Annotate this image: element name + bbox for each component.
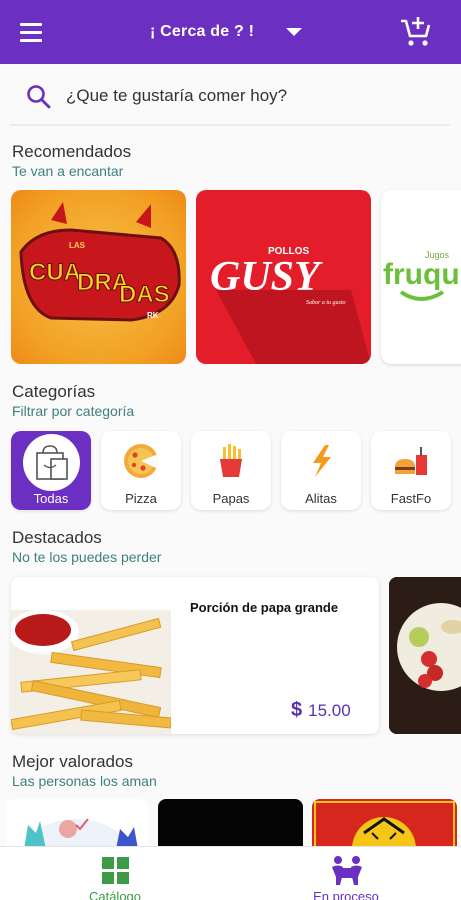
- section-subtitle-top-rated: Las personas los aman: [12, 773, 157, 789]
- logo-text-das: DAS: [119, 281, 170, 308]
- location-label: ¡ Cerca de ? !: [150, 23, 255, 40]
- top-rated-card-1[interactable]: [6, 799, 148, 849]
- fruqu-logo: Jugos fruqu: [383, 250, 460, 301]
- category-todas[interactable]: Todas: [11, 431, 91, 510]
- nav-label-en-proceso: En proceso: [313, 889, 379, 900]
- bottom-navigation: Catálogo En proceso: [0, 846, 461, 900]
- search-input[interactable]: ¿Que te gustaría comer hoy?: [66, 86, 287, 106]
- chevron-down-icon: [286, 28, 303, 36]
- top-app-bar: ¡ Cerca de ? !: [0, 0, 461, 64]
- section-subtitle-recommended: Te van a encantar: [12, 163, 124, 179]
- logo-text-las: LAS: [69, 241, 86, 250]
- section-subtitle-featured: No te los puedes perder: [12, 549, 162, 565]
- top-rated-card-3[interactable]: [312, 799, 457, 849]
- app-root: ¡ Cerca de ? ! ¿Que te gustaría comer ho…: [0, 0, 461, 900]
- search-bar[interactable]: ¿Que te gustaría comer hoy?: [10, 70, 450, 126]
- menu-icon[interactable]: [14, 18, 50, 46]
- price-value: 15.00: [308, 701, 351, 720]
- category-fastfood[interactable]: FastFo: [371, 431, 451, 510]
- logo-text-fruqu: fruqu: [383, 258, 460, 291]
- logo-text-rk: RK: [147, 311, 159, 320]
- section-title-categories: Categorías: [12, 382, 96, 401]
- fastfood-icon: [395, 447, 427, 475]
- restaurant-card-pollos-gusy[interactable]: POLLOS GUSY Sabor a tu gusto: [196, 190, 371, 364]
- search-icon: [27, 85, 51, 109]
- category-label: Todas: [33, 491, 69, 506]
- logo-text-tagline: Sabor a tu gusto: [306, 300, 346, 306]
- pollos-gusy-logo: POLLOS GUSY Sabor a tu gusto: [210, 246, 371, 364]
- add-to-cart-icon[interactable]: [398, 14, 434, 50]
- category-label: FastFo: [390, 491, 432, 506]
- delivery-icon: [332, 856, 362, 885]
- category-papas[interactable]: Papas: [191, 431, 271, 510]
- chicken-wing-icon: [313, 445, 331, 477]
- section-title-top-rated: Mejor valorados: [12, 752, 133, 771]
- logo-text-gusy: GUSY: [210, 254, 323, 300]
- category-label: Alitas: [305, 491, 337, 506]
- featured-product-card-next[interactable]: [389, 577, 461, 734]
- fries-icon: [220, 444, 242, 477]
- salad-product-image: [389, 577, 461, 734]
- product-price: $ 15.00: [291, 699, 351, 722]
- nav-en-proceso[interactable]: En proceso: [286, 853, 406, 900]
- section-subtitle-categories: Filtrar por categoría: [12, 403, 135, 419]
- category-alitas[interactable]: Alitas: [281, 431, 361, 510]
- restaurant-card-fruqu[interactable]: Jugos fruqu: [381, 190, 461, 364]
- nav-catalogo[interactable]: Catálogo: [55, 853, 175, 900]
- category-label: Papas: [212, 491, 250, 506]
- las-cuadradas-logo: LAS CUA DRA DAS RK: [19, 202, 181, 322]
- illustration-image: [24, 818, 138, 849]
- nav-label-catalogo: Catálogo: [88, 889, 142, 900]
- grid-icon: [102, 857, 129, 884]
- logo-text-cua: CUA: [29, 259, 81, 286]
- fries-product-image: [11, 610, 171, 734]
- restaurant-logo-image: [314, 801, 455, 849]
- category-pizza[interactable]: Pizza: [101, 431, 181, 510]
- location-selector[interactable]: ¡ Cerca de ? !: [150, 18, 340, 46]
- category-label: Pizza: [125, 491, 157, 506]
- restaurant-card-las-cuadradas[interactable]: LAS CUA DRA DAS RK: [11, 190, 186, 364]
- top-rated-card-2[interactable]: [158, 799, 303, 849]
- section-title-recommended: Recomendados: [12, 142, 132, 161]
- pizza-icon: [124, 444, 158, 478]
- currency-symbol: $: [291, 699, 303, 721]
- product-name: Porción de papa grande: [190, 600, 339, 615]
- featured-product-card[interactable]: Porción de papa grande $ 15.00: [11, 577, 379, 734]
- shopping-bag-icon: [36, 445, 68, 480]
- section-title-featured: Destacados: [12, 528, 102, 547]
